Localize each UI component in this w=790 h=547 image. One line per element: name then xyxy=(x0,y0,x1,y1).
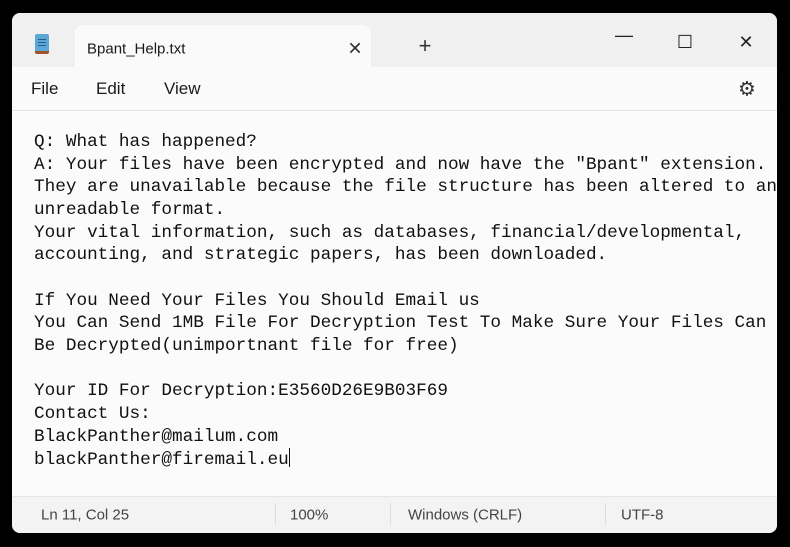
line: Your ID For Decryption:E3560D26E9B03F69 xyxy=(34,381,448,402)
divider xyxy=(390,503,391,525)
line: A: Your files have been encrypted and no… xyxy=(34,154,767,175)
line: If You Need Your Files You Should Email … xyxy=(34,290,480,311)
maximize-icon[interactable]: ☐ xyxy=(677,32,693,53)
cursor-position: Ln 11, Col 25 xyxy=(41,506,130,524)
notepad-icon xyxy=(35,34,49,54)
encoding: UTF-8 xyxy=(621,506,664,524)
tab-bpant-help[interactable]: Bpant_Help.txt ✕ xyxy=(75,25,371,69)
title-bar: Bpant_Help.txt ✕ + — ☐ ✕ xyxy=(12,13,777,69)
close-window-icon[interactable]: ✕ xyxy=(738,32,753,53)
line: You Can Send 1MB File For Decryption Tes… xyxy=(34,313,767,334)
editor-text[interactable]: Q: What has happened? A: Your files have… xyxy=(34,131,777,472)
line: Q: What has happened? xyxy=(34,132,257,152)
minimize-icon[interactable]: — xyxy=(615,25,633,46)
new-tab-plus-icon[interactable]: + xyxy=(419,33,432,59)
notepad-window: Bpant_Help.txt ✕ + — ☐ ✕ File Edit View … xyxy=(12,13,777,533)
close-tab-icon[interactable]: ✕ xyxy=(347,39,362,60)
divider xyxy=(605,503,606,525)
menu-edit[interactable]: Edit xyxy=(96,79,125,99)
line: Be Decrypted(unimportnant file for free) xyxy=(34,335,459,356)
line: They are unavailable because the file st… xyxy=(34,177,777,198)
line: Contact Us: xyxy=(34,403,151,424)
gear-icon[interactable]: ⚙ xyxy=(738,77,756,102)
menu-file[interactable]: File xyxy=(31,79,58,99)
tab-title: Bpant_Help.txt xyxy=(87,40,186,58)
zoom-level: 100% xyxy=(290,506,329,524)
line: blackPanther@firemail.eu xyxy=(34,450,289,471)
text-caret xyxy=(288,448,290,468)
status-bar: Ln 11, Col 25 100% Windows (CRLF) UTF-8 xyxy=(12,496,777,533)
line: BlackPanther@mailum.com xyxy=(34,426,279,447)
line: unreadable format. xyxy=(34,199,226,220)
line: accounting, and strategic papers, has be… xyxy=(34,245,608,266)
divider xyxy=(275,503,276,525)
text-editor[interactable]: Q: What has happened? A: Your files have… xyxy=(12,111,777,496)
line-ending: Windows (CRLF) xyxy=(408,506,523,524)
line: Your vital information, such as database… xyxy=(34,222,746,243)
menu-bar: File Edit View ⚙ xyxy=(12,67,777,111)
menu-view[interactable]: View xyxy=(164,79,201,99)
